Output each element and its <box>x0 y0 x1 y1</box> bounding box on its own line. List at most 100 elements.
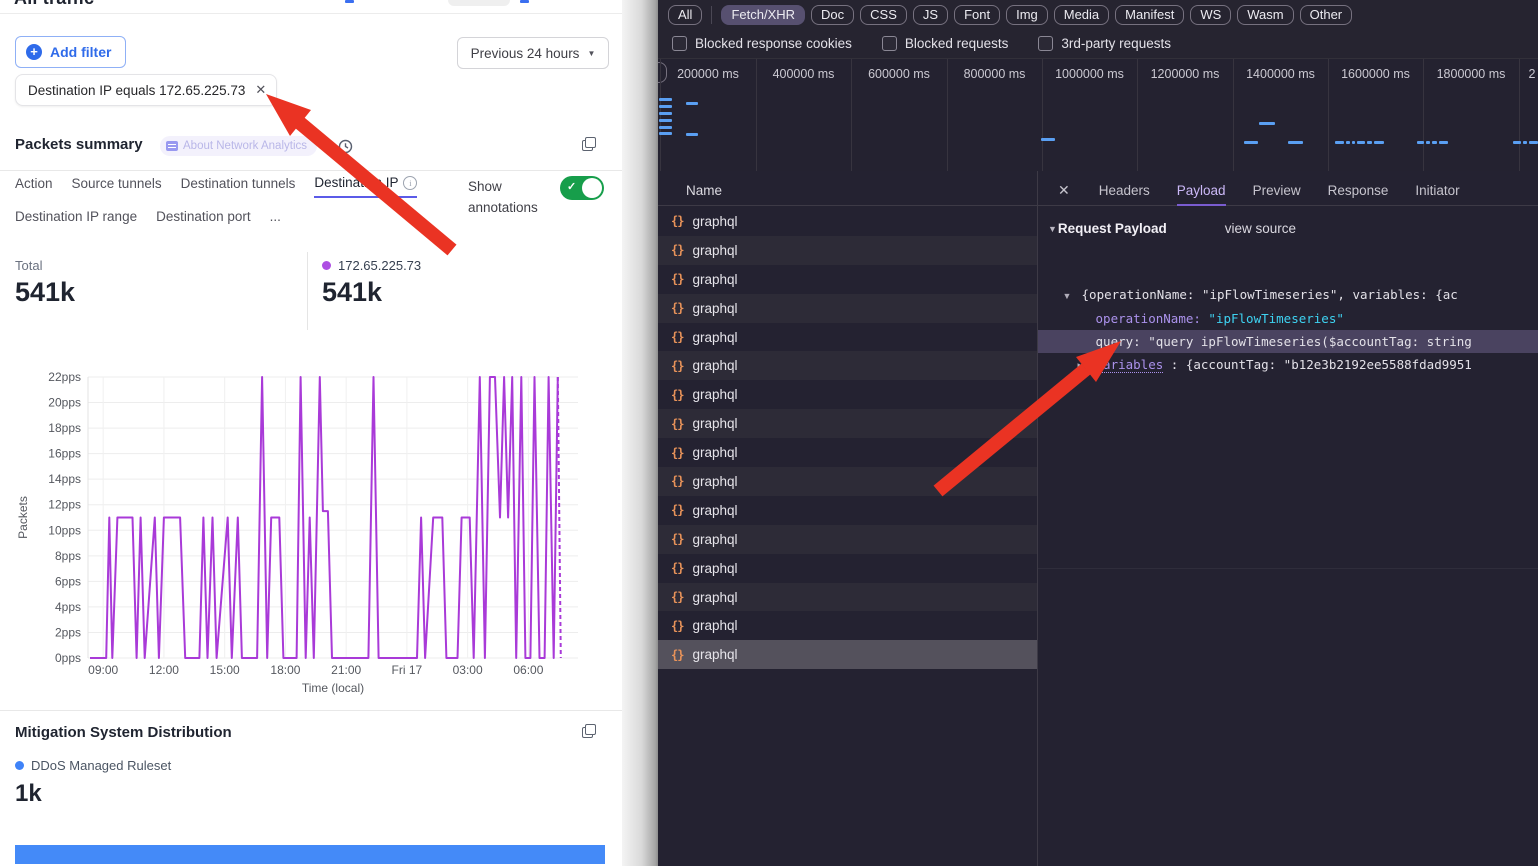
request-payload-header[interactable]: ▼ Request Payload view source <box>1048 221 1296 236</box>
tab-source-tunnels[interactable]: Source tunnels <box>72 175 162 198</box>
waterfall-activity-mark <box>1288 141 1303 144</box>
stat-ip-value: 541k <box>322 277 421 308</box>
checkbox-box[interactable] <box>1038 36 1053 51</box>
filter-pill-other[interactable]: Other <box>1300 5 1353 25</box>
detail-tab-payload[interactable]: Payload <box>1177 176 1226 206</box>
view-source-link[interactable]: view source <box>1225 221 1296 236</box>
request-row[interactable]: {}graphql <box>658 554 1037 583</box>
filter-pill-media[interactable]: Media <box>1054 5 1109 25</box>
request-name: graphql <box>692 647 737 662</box>
request-row[interactable]: {}graphql <box>658 467 1037 496</box>
request-payload-title: Request Payload <box>1058 221 1167 236</box>
checkbox-blocked-response-cookies[interactable]: Blocked response cookies <box>672 36 852 51</box>
request-row[interactable]: {}graphql <box>658 351 1037 380</box>
checkbox-3rd-party-requests[interactable]: 3rd-party requests <box>1038 36 1171 51</box>
stat-ip-label: 172.65.225.73 <box>322 258 421 273</box>
filter-pill-img[interactable]: Img <box>1006 5 1048 25</box>
tab-destination-ip-range[interactable]: Destination IP range <box>15 209 137 230</box>
filter-pill-doc[interactable]: Doc <box>811 5 854 25</box>
tab-destination-ip[interactable]: Destination IPi <box>314 175 417 198</box>
expand-card-icon[interactable] <box>582 137 596 151</box>
name-column-header[interactable]: Name <box>658 176 1037 206</box>
request-name: graphql <box>692 503 737 518</box>
request-name: graphql <box>692 561 737 576</box>
x-tick: 12:00 <box>149 663 179 677</box>
checkbox-label: Blocked response cookies <box>695 36 852 51</box>
graphql-json-icon: {} <box>671 503 683 517</box>
request-row[interactable]: {}graphql <box>658 611 1037 640</box>
tab-action[interactable]: Action <box>15 175 53 198</box>
request-row[interactable]: {}graphql <box>658 409 1037 438</box>
filter-pill-fetch-xhr[interactable]: Fetch/XHR <box>721 5 805 25</box>
checkbox-box[interactable] <box>672 36 687 51</box>
detail-tab-headers[interactable]: Headers <box>1099 176 1150 206</box>
filter-pill-css[interactable]: CSS <box>860 5 907 25</box>
packets-timeseries-chart[interactable]: 0pps2pps4pps6pps8pps10pps12pps14pps16pps… <box>15 362 607 696</box>
timeline-label: 1000000 ms <box>1055 67 1124 81</box>
payload-preview-row[interactable]: ▼ {operationName: "ipFlowTimeseries", va… <box>1038 283 1538 306</box>
collapse-triangle-icon: ▼ <box>1048 224 1057 234</box>
request-row[interactable]: {}graphql <box>658 265 1037 294</box>
graphql-json-icon: {} <box>671 648 683 662</box>
about-network-analytics-badge[interactable]: About Network Analytics <box>160 136 317 156</box>
packets-summary-title: Packets summary <box>15 136 143 153</box>
filter-pill-font[interactable]: Font <box>954 5 1000 25</box>
filter-chip[interactable]: Destination IP equals 172.65.225.73 ✕ <box>15 74 277 106</box>
operation-name-row[interactable]: operationName: "ipFlowTimeseries" <box>1038 307 1538 330</box>
requests-list-panel: Name {}graphql{}graphql{}graphql{}graphq… <box>658 171 1038 866</box>
detail-tab-response[interactable]: Response <box>1328 176 1389 206</box>
request-row[interactable]: {}graphql <box>658 236 1037 265</box>
filter-pill-manifest[interactable]: Manifest <box>1115 5 1184 25</box>
tab-destination-tunnels[interactable]: Destination tunnels <box>181 175 296 198</box>
graphql-json-icon: {} <box>671 446 683 460</box>
filter-pill-wasm[interactable]: Wasm <box>1237 5 1293 25</box>
request-row[interactable]: {}graphql <box>658 583 1037 612</box>
expand-card-icon[interactable] <box>582 724 596 738</box>
timeline-gridline <box>851 59 852 171</box>
detail-tab-bar: ✕ Headers Payload Preview Response Initiator <box>1038 176 1538 206</box>
query-row-selected[interactable]: query: "query ipFlowTimeseries($accountT… <box>1038 330 1538 353</box>
timeline-label: 1800000 ms <box>1437 67 1506 81</box>
request-name: graphql <box>692 243 737 258</box>
request-row[interactable]: {} graphql <box>658 640 1037 669</box>
window-gap-shadow <box>622 0 658 866</box>
request-row[interactable]: {} graphql <box>658 496 1037 525</box>
detail-tab-initiator[interactable]: Initiator <box>1415 176 1459 206</box>
variables-key[interactable]: variables <box>1096 357 1164 373</box>
x-tick: 03:00 <box>453 663 483 677</box>
badge-label: About Network Analytics <box>183 140 307 152</box>
filter-pill-all[interactable]: All <box>668 5 702 25</box>
request-name: graphql <box>692 387 737 402</box>
detail-tab-preview[interactable]: Preview <box>1253 176 1301 206</box>
network-overview-timeline[interactable]: 200000 ms400000 ms600000 ms800000 ms1000… <box>658 58 1538 172</box>
checkbox-blocked-requests[interactable]: Blocked requests <box>882 36 1009 51</box>
request-row[interactable]: {}graphql <box>658 323 1037 352</box>
request-type-filter-bar: All Fetch/XHR Doc CSS JS Font Img Media Manifest… <box>658 0 1538 29</box>
filter-pill-ws[interactable]: WS <box>1190 5 1231 25</box>
remove-filter-icon[interactable]: ✕ <box>255 82 266 98</box>
request-row[interactable]: {}graphql <box>658 525 1037 554</box>
clipped-toolbar-item <box>448 0 510 6</box>
show-annotations-toggle[interactable]: ✓ <box>560 176 604 200</box>
x-axis-label: Time (local) <box>302 681 364 695</box>
timeline-label: 800000 ms <box>964 67 1026 81</box>
tab-destination-port[interactable]: Destination port <box>156 209 251 230</box>
request-row[interactable]: {}graphql <box>658 380 1037 409</box>
close-icon[interactable]: ✕ <box>1058 182 1070 199</box>
add-filter-button[interactable]: + Add filter <box>15 36 126 68</box>
waterfall-activity-mark <box>659 132 672 135</box>
checkbox-label: 3rd-party requests <box>1061 36 1171 51</box>
request-row[interactable]: {}graphql <box>658 207 1037 236</box>
series-line-dashed <box>558 377 561 658</box>
section-divider <box>0 170 622 171</box>
checkbox-box[interactable] <box>882 36 897 51</box>
timeline-gridline <box>756 59 757 171</box>
request-name: graphql <box>692 358 737 373</box>
request-row[interactable]: {}graphql <box>658 294 1037 323</box>
y-axis-label: Packets <box>16 496 30 539</box>
filter-pill-js[interactable]: JS <box>913 5 948 25</box>
tab--[interactable]: ... <box>270 209 281 230</box>
request-row[interactable]: {}graphql <box>658 438 1037 467</box>
variables-row[interactable]: ▶ variables : {accountTag: "b12e3b2192ee… <box>1038 353 1538 376</box>
time-range-dropdown[interactable]: Previous 24 hours ▼ <box>457 37 609 69</box>
